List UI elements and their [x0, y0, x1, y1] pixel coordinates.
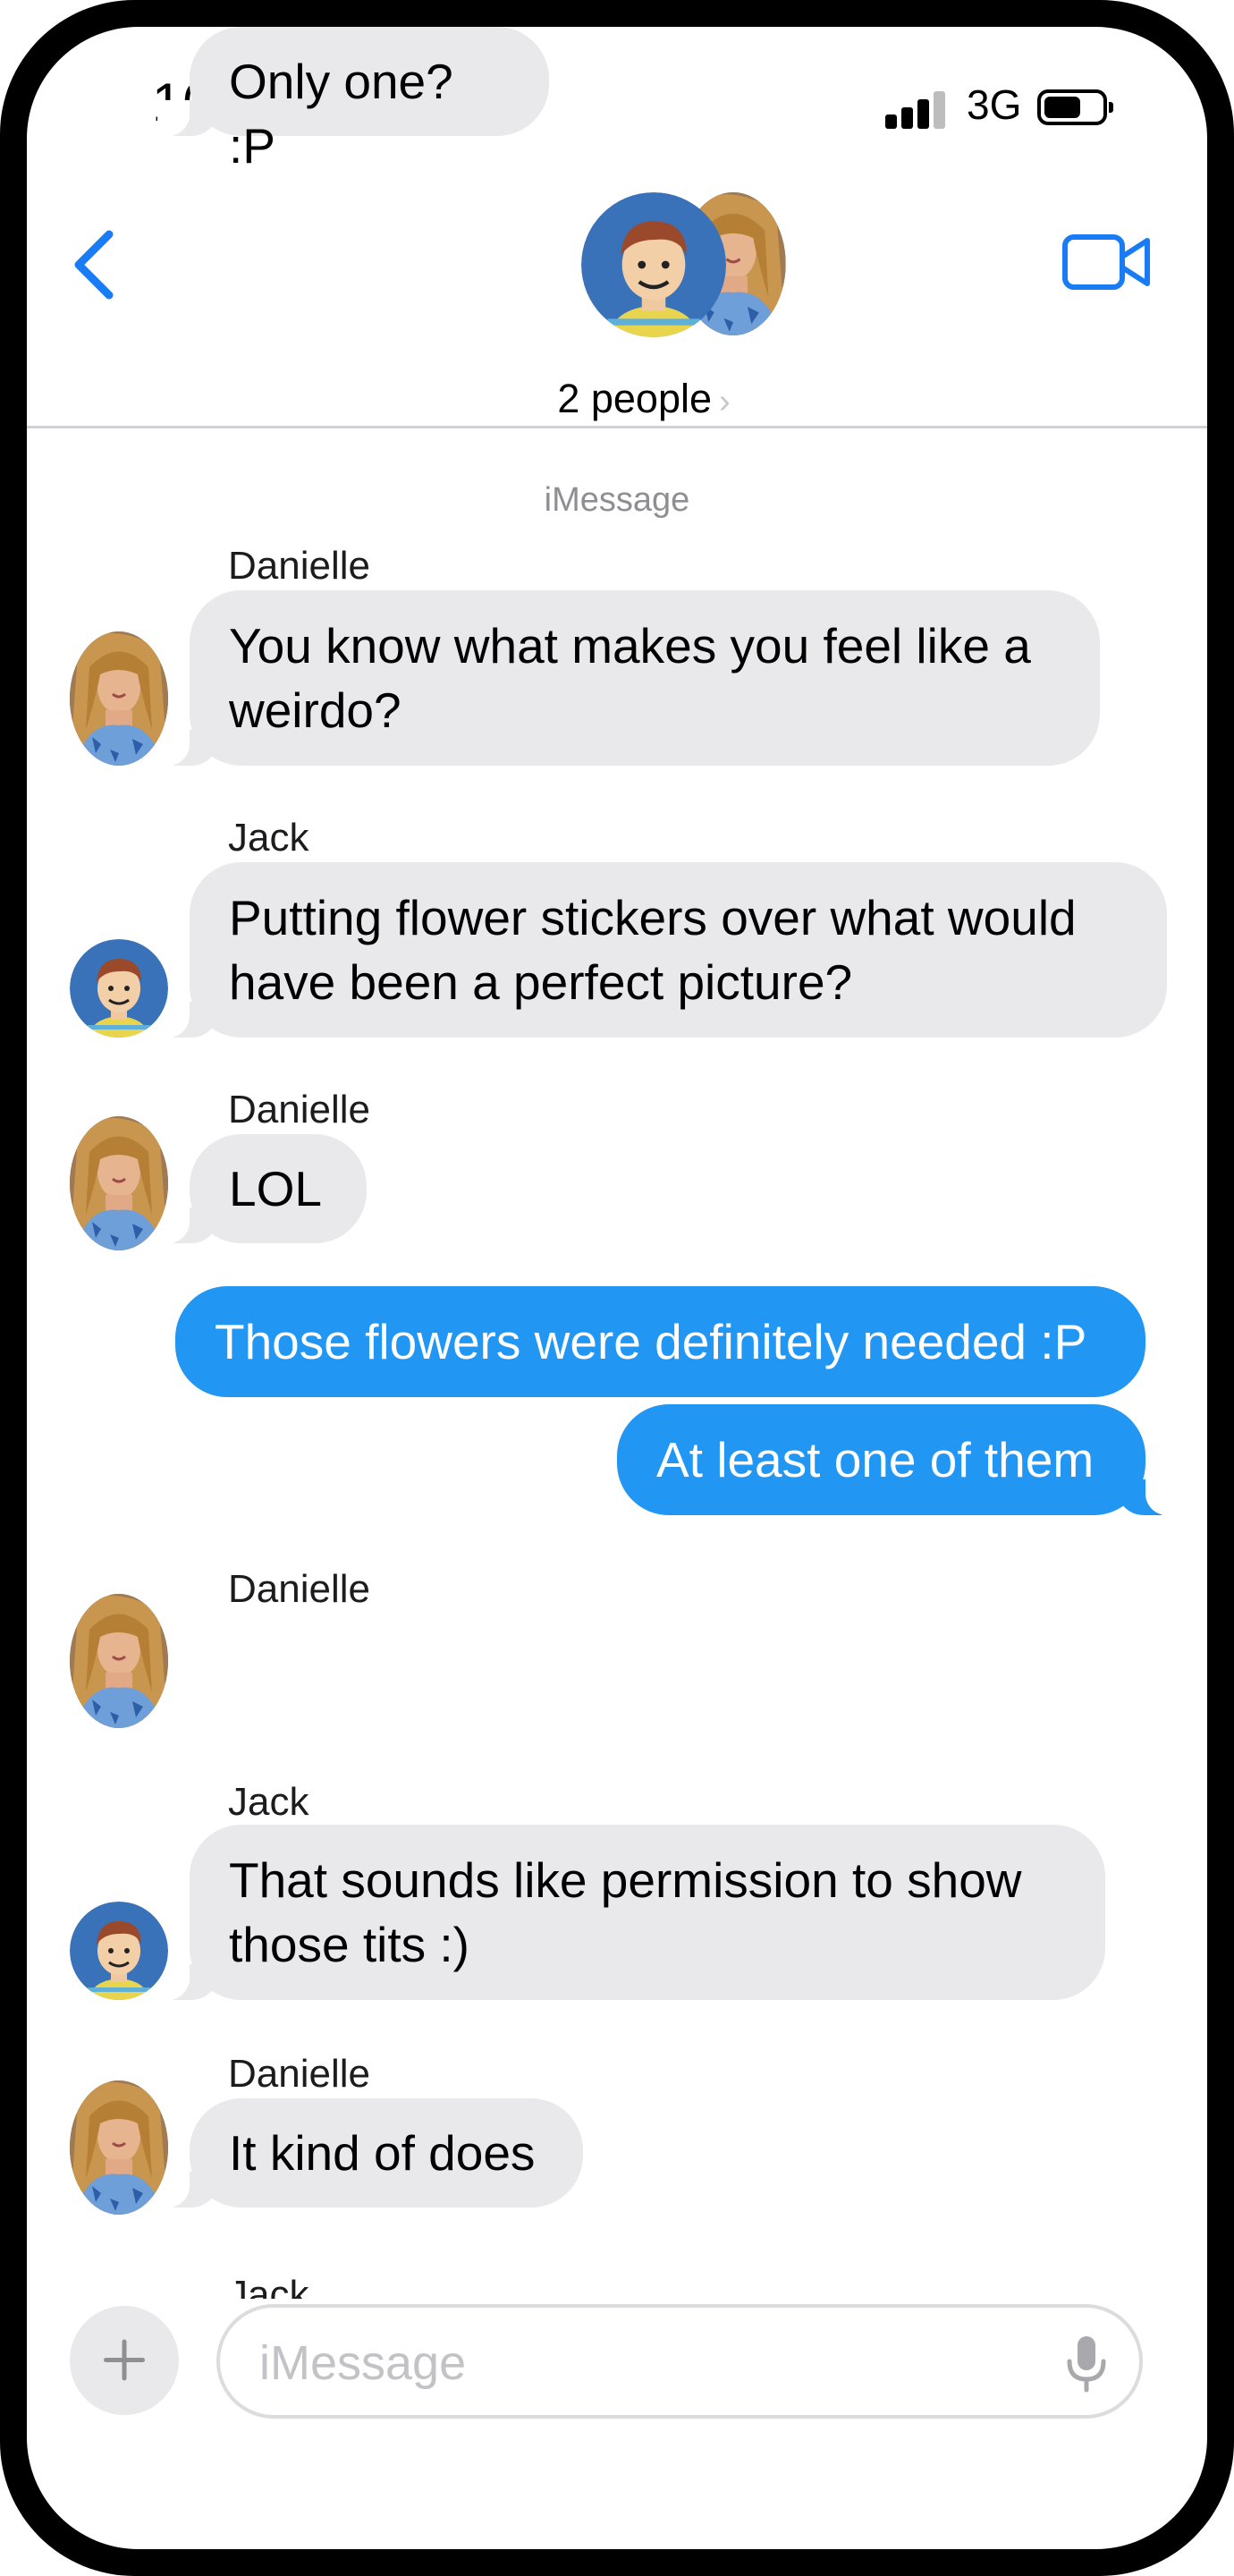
- message-text: have been a perfect picture?: [229, 954, 853, 1010]
- message-text: You know what makes you feel like a: [229, 618, 1031, 674]
- service-label: iMessage: [544, 481, 690, 519]
- microphone-icon[interactable]: [1064, 2334, 1109, 2394]
- message-text: Putting flower stickers over what would: [229, 890, 1077, 945]
- chevron-right-icon: ›: [719, 383, 731, 420]
- plus-icon[interactable]: [70, 2306, 179, 2415]
- sender-name: Danielle: [228, 2052, 370, 2096]
- message-text: It kind of does: [229, 2125, 536, 2181]
- sender-name: Jack: [228, 816, 309, 860]
- phone-screen: 10:05 3G 2 people› iMessage Danielle: [27, 27, 1207, 2549]
- message-text: weirdo?: [229, 682, 401, 738]
- header-divider: [27, 426, 1207, 428]
- people-count: 2 people: [557, 376, 712, 421]
- message-text: those tits :): [229, 1917, 469, 1972]
- sender-name: Danielle: [228, 1088, 370, 1131]
- sender-name: Danielle: [228, 1567, 370, 1611]
- message-text: Only one? :P: [229, 54, 453, 174]
- message-bubble[interactable]: That sounds like permission to show thos…: [157, 1825, 1105, 2000]
- sender-name: Jack: [228, 1780, 309, 1824]
- message-input[interactable]: [259, 2327, 993, 2399]
- signal-icon: [885, 91, 948, 129]
- message-bubble[interactable]: Those flowers were definitely needed :P: [175, 1286, 1145, 1397]
- phone-frame: 10:05 3G 2 people› iMessage Danielle: [0, 0, 1234, 2576]
- message-bubble[interactable]: Putting flower stickers over what would …: [157, 862, 1167, 1038]
- message-bubble[interactable]: At least one of them: [617, 1404, 1178, 1515]
- message-compose-field[interactable]: [216, 2304, 1143, 2419]
- avatar-danielle[interactable]: [70, 1594, 168, 1728]
- group-avatar[interactable]: [581, 192, 796, 344]
- avatar-danielle[interactable]: [70, 631, 168, 766]
- avatar-jack[interactable]: [70, 1902, 168, 2000]
- avatar-jack: [581, 192, 726, 337]
- message-bubble[interactable]: It kind of does: [157, 2098, 583, 2207]
- back-chevron-icon[interactable]: [63, 215, 125, 313]
- message-text: At least one of them: [656, 1432, 1095, 1487]
- sender-name: Danielle: [228, 544, 370, 588]
- avatar-danielle[interactable]: [70, 2080, 168, 2215]
- message-bubble[interactable]: You know what makes you feel like a weir…: [157, 590, 1100, 766]
- message-text: That sounds like permission to show: [229, 1852, 1022, 1908]
- video-camera-icon[interactable]: [1060, 228, 1158, 300]
- sender-name: Jack: [228, 2273, 309, 2299]
- message-text: LOL: [229, 1161, 322, 1216]
- avatar-jack[interactable]: [70, 939, 168, 1038]
- network-label: 3G: [967, 81, 1022, 128]
- message-bubble[interactable]: LOL: [157, 1134, 367, 1243]
- status-indicators: 3G: [885, 79, 1154, 132]
- message-bubble[interactable]: Only one? :P: [157, 27, 549, 174]
- group-details-link[interactable]: 2 people ›: [510, 376, 778, 422]
- battery-icon: [1037, 89, 1113, 125]
- message-text: Those flowers were definitely needed :P: [215, 1314, 1087, 1369]
- avatar-danielle[interactable]: [70, 1116, 168, 1250]
